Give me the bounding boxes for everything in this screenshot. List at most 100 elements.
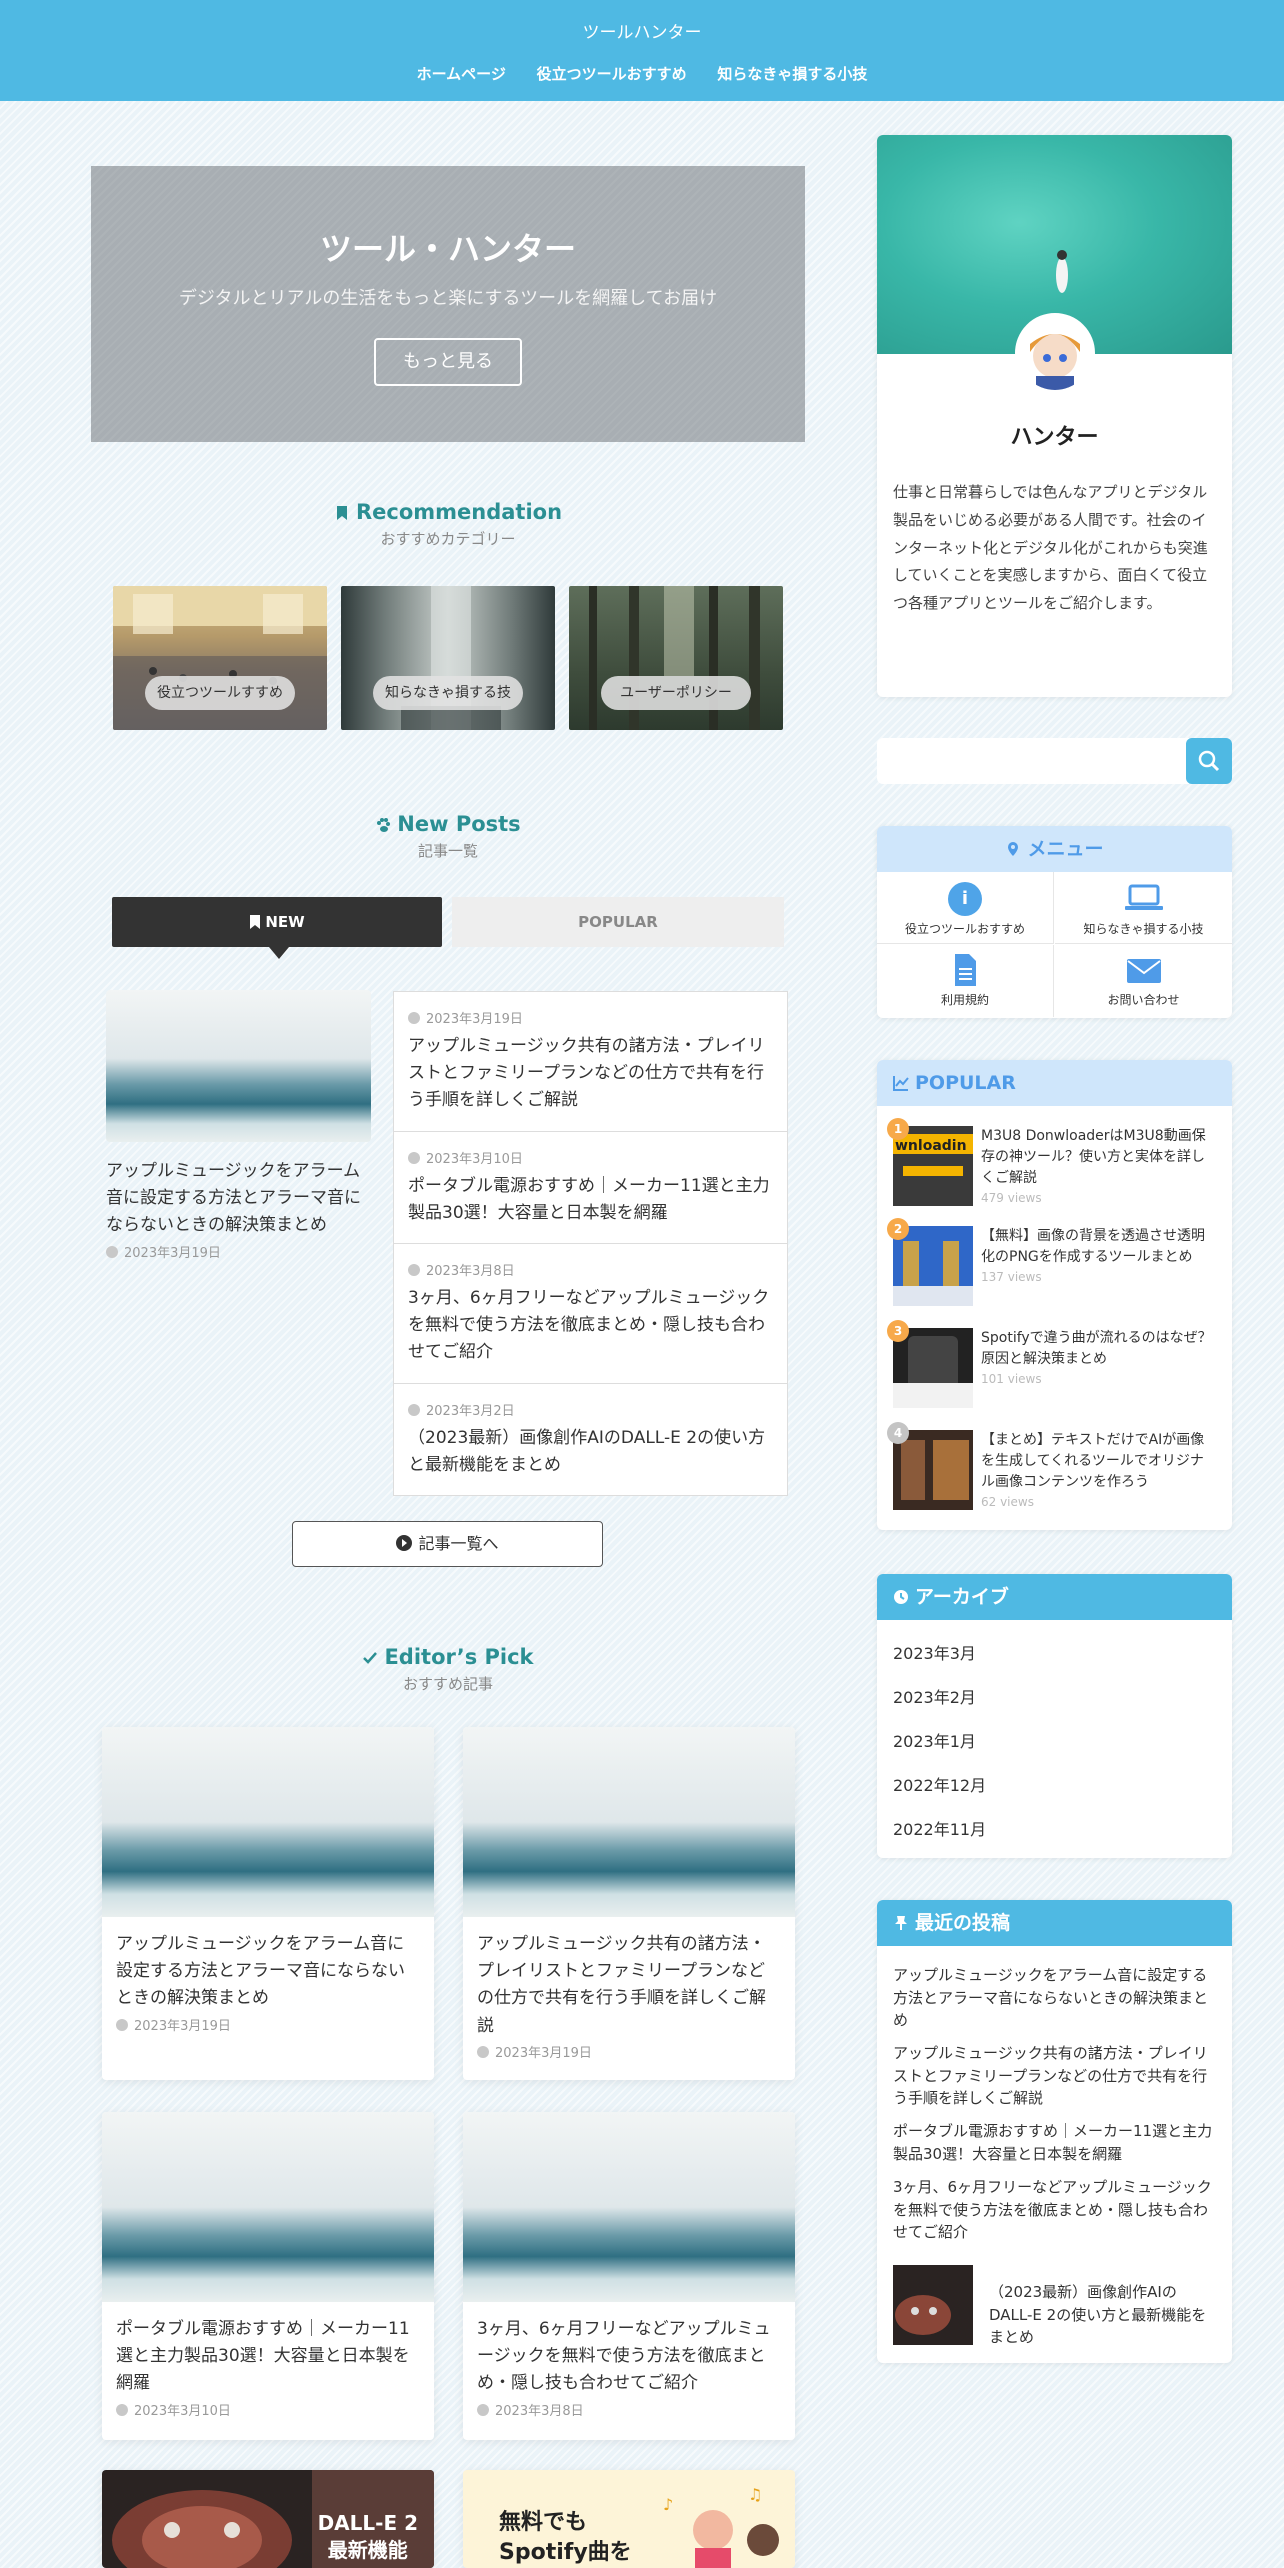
popular-widget: POPULAR wnloadin 1 M3U8 DonwloaderはM3U8動… [877,1060,1232,1530]
category-card-tips[interactable]: 知らなきゃ損する技 [341,586,555,730]
check-icon [363,1652,378,1664]
list-item[interactable]: 2023年3月8日 3ヶ月、6ヶ月フリーなどアップルミュージックを無料で使う方法を… [393,1242,788,1383]
archive-link[interactable]: 2022年11月 [893,1816,986,1840]
archive-link[interactable]: 2022年12月 [893,1772,986,1796]
new-posts-list: 2023年3月19日アップルミュージック共有の諸方法・プレイリストとファミリープ… [393,991,788,1496]
popular-item[interactable]: wnloadin 1 M3U8 DonwloaderはM3U8動画保存の神ツール… [887,1118,1223,1216]
menu-item-label: 利用規約 [940,993,989,1007]
info-icon: i [948,882,982,916]
card-title: 3ヶ月、6ヶ月フリーなどアップルミュージックを無料で使う方法を徹底まとめ・隠し技… [477,2319,771,2394]
archive-widget-header: アーカイブ [877,1574,1232,1620]
post-date: 2023年3月2日 [426,1403,515,1419]
card-overlay-text: DALL-E 2 最新機能 [318,2510,418,2564]
recommendation-subtitle: おすすめカテゴリー [380,530,516,548]
archive-widget: アーカイブ 2023年3月 2023年2月 2023年1月 2022年12月 2… [877,1574,1232,1858]
list-item[interactable]: 2023年3月10日 ポータブル電源おすすめ｜メーカー11選と主力製品30選！大容… [393,1130,788,1243]
nav-home[interactable]: ホームページ [417,63,506,84]
card-date: 2023年3月8日 [495,2403,584,2419]
pick-card[interactable]: 3ヶ月、6ヶ月フリーなどアップルミュージックを無料で使う方法を徹底まとめ・隠し技… [463,2112,795,2440]
post-title: ポータブル電源おすすめ｜メーカー11選と主力製品30選！大容量と日本製を網羅 [408,1175,770,1223]
list-item[interactable]: 2023年3月19日アップルミュージック共有の諸方法・プレイリストとファミリープ… [393,991,788,1131]
editors-pick-heading: Editor’s Pick おすすめ記事 [91,1645,805,1694]
category-card-tools[interactable]: 役立つツールすすめ [113,586,327,730]
hero-title: ツール・ハンター [319,230,576,268]
all-posts-label: 記事一覧へ [418,1534,499,1553]
thumb-graphic [893,1336,973,1408]
map-pin-icon [1008,842,1019,856]
list-item[interactable]: 2023年3月2日 （2023最新）画像創作AIのDALL-E 2の使い方と最新機… [393,1382,788,1496]
menu-item-label: お問い合わせ [1107,993,1180,1007]
recent-widget-header: 最近の投稿 [877,1900,1232,1946]
popular-item[interactable]: 3 Spotifyで違う曲が流れるのはなぜ？原因と解決策まとめ 101 views [887,1320,1223,1418]
card-thumbnail [463,2112,795,2302]
post-title: 3ヶ月、6ヶ月フリーなどアップルミュージックを無料で使う方法を徹底まとめ・隠し技… [408,1287,770,1363]
card-thumbnail [463,1727,795,1917]
popular-views: 101 views [981,1372,1042,1386]
tab-new[interactable]: NEW [112,897,442,959]
overlay-line: 最新機能 [327,2538,408,2562]
popular-views: 479 views [981,1191,1042,1205]
card-date: 2023年3月19日 [495,2045,592,2061]
menu-item-terms[interactable]: 利用規約 [877,945,1054,1017]
pick-card[interactable]: アップルミュージック共有の諸方法・プレイリストとファミリープランなどの仕方で共有… [463,1727,795,2080]
rank-badge: 2 [887,1218,909,1240]
menu-item-tools[interactable]: i 役立つツールおすすめ [877,872,1054,944]
pick-card[interactable]: ポータブル電源おすすめ｜メーカー11選と主力製品30選！大容量と日本製を網羅 2… [102,2112,434,2440]
nav-tips[interactable]: 知らなきゃ損する小技 [717,63,867,84]
recent-post-with-thumb[interactable]: （2023最新）画像創作AIのDALL-E 2の使い方と最新機能をまとめ [893,2265,1217,2346]
all-posts-button[interactable]: 記事一覧へ [292,1521,603,1567]
recent-post-link[interactable]: アップルミュージックをアラーム音に設定する方法とアラーマ音にならないときの解決策… [893,1964,1217,2032]
post-title: アップルミュージック共有の諸方法・プレイリストとファミリープランなどの仕方で共有… [408,1036,765,1111]
category-label: 知らなきゃ損する技 [373,676,523,710]
profile-name: ハンター [1010,425,1099,450]
card-title: アップルミュージックをアラーム音に設定する方法とアラーマ音にならないときの解決策… [116,1934,405,2009]
nav-tools[interactable]: 役立つツールおすすめ [537,63,687,84]
post-date: 2023年3月19日 [426,1012,523,1027]
site-title[interactable]: ツールハンター [0,18,1284,43]
thumb-graphic [893,1241,973,1306]
pick-card[interactable]: アップルミュージックをアラーム音に設定する方法とアラーマ音にならないときの解決策… [102,1727,434,2080]
arrow-circle-icon [396,1535,413,1551]
clock-icon [477,2045,489,2058]
profile-bio: 仕事と日常暮らしでは色んなアプリとデジタル製品をいじめる必要がある人間です。社会… [893,483,1208,612]
search-button[interactable] [1186,738,1232,784]
recent-post-link[interactable]: 3ヶ月、6ヶ月フリーなどアップルミュージックを無料で使う方法を徹底まとめ・隠し技… [893,2176,1217,2244]
search-input[interactable] [877,738,1189,784]
recent-post-link[interactable]: ポータブル電源おすすめ｜メーカー11選と主力製品30選！大容量と日本製を網羅 [893,2120,1217,2165]
pick-card[interactable]: DALL-E 2 最新機能 [102,2470,434,2568]
editors-pick-title: Editor’s Pick [384,1645,534,1669]
menu-item-contact[interactable]: お問い合わせ [1055,945,1232,1017]
archive-link[interactable]: 2023年2月 [893,1684,976,1708]
hero-more-button[interactable]: もっと見る [374,338,522,386]
clock-icon [408,1151,420,1164]
post-title: （2023最新）画像創作AIのDALL-E 2の使い方と最新機能をまとめ [408,1427,766,1475]
archive-link[interactable]: 2023年3月 [893,1640,976,1664]
pick-card[interactable]: ♪ ♫ 無料でも Spotify曲を [463,2470,795,2568]
hero-banner: ツール・ハンター デジタルとリアルの生活をもっと楽にするツールを網羅してお届け … [91,166,805,442]
tab-new-label: NEW [265,913,305,931]
popular-widget-title: POPULAR [915,1072,1016,1094]
popular-thumbnail: wnloadin [893,1126,973,1206]
tab-popular[interactable]: POPULAR [452,897,784,947]
clock-icon [408,1263,420,1276]
search-box [877,738,1232,784]
category-label: 役立つツールすすめ [145,676,295,710]
recent-post-link[interactable]: アップルミュージック共有の諸方法・プレイリストとファミリープランなどの仕方で共有… [893,2042,1217,2110]
category-card-policy[interactable]: ユーザーポリシー [569,586,783,730]
popular-item[interactable]: 2 【無料】画像の背景を透過させ透明化のPNGを作成するツールまとめ 137 vi… [887,1218,1223,1316]
archive-link[interactable]: 2023年1月 [893,1728,976,1752]
menu-item-tips[interactable]: 知らなきゃ損する小技 [1055,872,1232,944]
menu-item-label: 役立つツールおすすめ [904,922,1025,936]
new-posts-subtitle: 記事一覧 [417,842,478,860]
popular-widget-header: POPULAR [877,1060,1232,1106]
card-date: 2023年3月10日 [134,2403,231,2419]
bookmark-icon [250,915,261,929]
site-header: ツールハンター ホームページ 役立つツールおすすめ 知らなきゃ損する小技 [0,0,1284,101]
rank-badge: 1 [887,1118,909,1140]
popular-title: 【無料】画像の背景を透過させ透明化のPNGを作成するツールまとめ [981,1228,1205,1265]
featured-thumbnail [106,990,371,1142]
featured-post[interactable]: アップルミュージックをアラーム音に設定する方法とアラーマ音にならないときの解決策… [106,990,371,1261]
bookmark-icon [336,506,347,520]
popular-item[interactable]: 4 【まとめ】テキストだけでAIが画像を生成してくれるツールでオリジナル画像コン… [887,1422,1223,1520]
editors-pick-subtitle: おすすめ記事 [402,1675,493,1693]
